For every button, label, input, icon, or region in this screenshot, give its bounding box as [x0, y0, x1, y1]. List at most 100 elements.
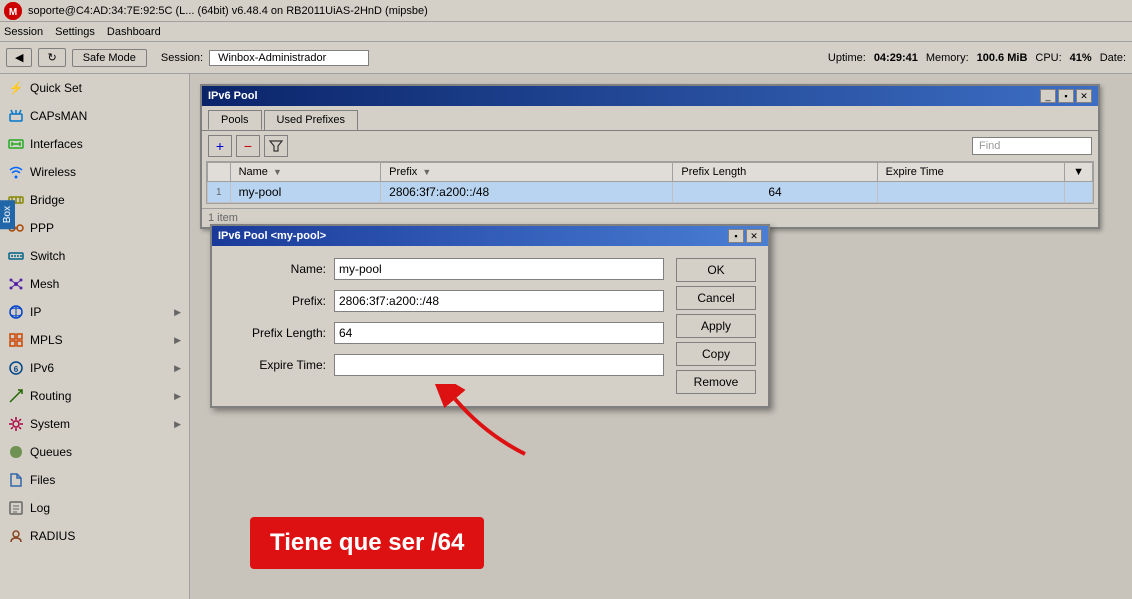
expire-time-input[interactable]: [334, 354, 664, 376]
sidebar-item-routing[interactable]: Routing ▶: [0, 382, 189, 410]
add-button[interactable]: +: [208, 135, 232, 157]
prefix-input[interactable]: [334, 290, 664, 312]
status-bar: Uptime: 04:29:41 Memory: 100.6 MiB CPU: …: [828, 52, 1126, 64]
prefix-label: Prefix:: [224, 294, 334, 308]
ipv6-arrow: ▶: [174, 363, 181, 374]
app-logo: M: [4, 2, 22, 20]
cell-name: my-pool: [230, 182, 381, 203]
sidebar-label-queues: Queues: [30, 445, 72, 459]
capsman-icon: [8, 108, 24, 124]
menu-bar: Session Settings Dashboard: [0, 22, 1132, 42]
interfaces-icon: [8, 136, 24, 152]
sidebar-item-switch[interactable]: Switch: [0, 242, 189, 270]
sidebar-item-capsman[interactable]: CAPsMAN: [0, 102, 189, 130]
sidebar-item-radius[interactable]: RADIUS: [0, 522, 189, 550]
dialog-window: IPv6 Pool <my-pool> ▪ ✕ Name: Prefix:: [210, 224, 770, 408]
sidebar-item-quick-set[interactable]: ⚡ Quick Set: [0, 74, 189, 102]
sidebar-item-bridge[interactable]: Bridge: [0, 186, 189, 214]
sidebar-label-capsman: CAPsMAN: [30, 109, 87, 123]
ip-arrow: ▶: [174, 307, 181, 318]
prefix-length-input[interactable]: [334, 322, 664, 344]
cell-expire-time: [877, 182, 1064, 203]
minimize-button[interactable]: _: [1040, 89, 1056, 103]
row-num: 1: [208, 182, 231, 203]
safe-mode-button[interactable]: Safe Mode: [72, 49, 147, 67]
wireless-icon: [8, 164, 24, 180]
uptime-value: 04:29:41: [874, 52, 918, 64]
sidebar-label-wireless: Wireless: [30, 165, 76, 179]
ipv6-pool-titlebar: IPv6 Pool _ ▪ ✕: [202, 86, 1098, 106]
cancel-button[interactable]: Cancel: [676, 286, 756, 310]
back-icon: ◀: [15, 51, 23, 64]
col-name[interactable]: Name ▼: [230, 163, 381, 182]
name-input[interactable]: [334, 258, 664, 280]
close-button[interactable]: ✕: [1076, 89, 1092, 103]
ok-button[interactable]: OK: [676, 258, 756, 282]
col-extra: ▼: [1065, 163, 1093, 182]
sidebar-item-ip[interactable]: IP ▶: [0, 298, 189, 326]
session-label: Session:: [161, 52, 203, 64]
dialog-buttons: OK Cancel Apply Copy Remove: [676, 258, 756, 394]
window-controls: _ ▪ ✕: [1040, 89, 1092, 103]
sidebar-label-radius: RADIUS: [30, 529, 75, 543]
name-sort-icon: ▼: [273, 167, 282, 177]
sidebar-item-system[interactable]: System ▶: [0, 410, 189, 438]
apply-button[interactable]: Apply: [676, 314, 756, 338]
forward-button[interactable]: ↻: [38, 48, 65, 67]
menu-session[interactable]: Session: [4, 26, 43, 38]
sidebar-item-mpls[interactable]: MPLS ▶: [0, 326, 189, 354]
cpu-value: 41%: [1070, 52, 1092, 64]
pool-table-container: Name ▼ Prefix ▼ Prefix Length: [206, 161, 1094, 204]
ipv6-pool-window: IPv6 Pool _ ▪ ✕ Pools Used Prefixes + −: [200, 84, 1100, 229]
menu-settings[interactable]: Settings: [55, 26, 95, 38]
sidebar-label-routing: Routing: [30, 389, 71, 403]
copy-button[interactable]: Copy: [676, 342, 756, 366]
sidebar-item-queues[interactable]: Queues: [0, 438, 189, 466]
system-icon: [8, 416, 24, 432]
find-input[interactable]: Find: [972, 137, 1092, 155]
cell-prefix: 2806:3f7:a200::/48: [381, 182, 673, 203]
dialog-restore-button[interactable]: ▪: [728, 229, 744, 243]
mpls-arrow: ▶: [174, 335, 181, 346]
sidebar-item-ppp[interactable]: PPP: [0, 214, 189, 242]
menu-dashboard[interactable]: Dashboard: [107, 26, 161, 38]
restore-button[interactable]: ▪: [1058, 89, 1074, 103]
quick-set-icon: ⚡: [8, 80, 24, 96]
sidebar: ⚡ Quick Set CAPsMAN Interfaces Wireless: [0, 74, 190, 599]
annotation-box: Tiene que ser /64: [250, 517, 484, 569]
back-button[interactable]: ◀: [6, 48, 32, 67]
vertical-label: Box: [0, 200, 15, 229]
ipv6-icon: 6: [8, 360, 24, 376]
remove-button[interactable]: −: [236, 135, 260, 157]
table-row[interactable]: 1 my-pool 2806:3f7:a200::/48 64: [208, 182, 1093, 203]
memory-value: 100.6 MiB: [977, 52, 1028, 64]
sidebar-item-interfaces[interactable]: Interfaces: [0, 130, 189, 158]
session-value: Winbox-Administrador: [209, 50, 369, 66]
sidebar-item-log[interactable]: Log: [0, 494, 189, 522]
col-prefix-length[interactable]: Prefix Length: [673, 163, 877, 182]
sidebar-item-files[interactable]: Files: [0, 466, 189, 494]
col-prefix[interactable]: Prefix ▼: [381, 163, 673, 182]
sidebar-label-mesh: Mesh: [30, 277, 59, 291]
svg-text:6: 6: [14, 365, 19, 374]
window-title: soporte@C4:AD:34:7E:92:5C (L... (64bit) …: [28, 5, 428, 17]
sidebar-item-ipv6[interactable]: 6 IPv6 ▶: [0, 354, 189, 382]
tab-pools[interactable]: Pools: [208, 110, 262, 130]
sidebar-item-wireless[interactable]: Wireless: [0, 158, 189, 186]
filter-button[interactable]: [264, 135, 288, 157]
cpu-label: CPU:: [1035, 52, 1061, 64]
sidebar-item-mesh[interactable]: Mesh: [0, 270, 189, 298]
dropdown-icon[interactable]: ▼: [1073, 166, 1084, 178]
dialog-window-controls: ▪ ✕: [728, 229, 762, 243]
remove-button[interactable]: Remove: [676, 370, 756, 394]
system-arrow: ▶: [174, 419, 181, 430]
col-expire-time[interactable]: Expire Time: [877, 163, 1064, 182]
prefix-length-label: Prefix Length:: [224, 326, 334, 340]
sidebar-label-system: System: [30, 417, 70, 431]
dialog-titlebar: IPv6 Pool <my-pool> ▪ ✕: [212, 226, 768, 246]
name-label: Name:: [224, 262, 334, 276]
tab-used-prefixes[interactable]: Used Prefixes: [264, 110, 358, 130]
switch-icon: [8, 248, 24, 264]
field-row-expire-time: Expire Time:: [224, 354, 664, 376]
dialog-close-button[interactable]: ✕: [746, 229, 762, 243]
